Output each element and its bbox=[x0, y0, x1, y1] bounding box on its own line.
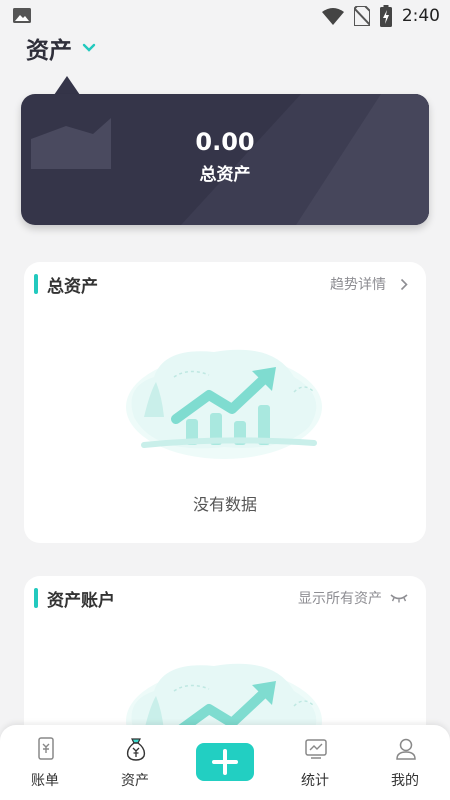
tab-assets[interactable]: 资产 bbox=[90, 725, 180, 800]
chart-icon bbox=[305, 739, 327, 759]
add-record-button[interactable] bbox=[196, 743, 254, 781]
show-all-assets-toggle[interactable]: 显示所有资产 bbox=[298, 588, 408, 608]
image-notification-icon bbox=[13, 8, 31, 23]
total-assets-card: 总资产 趋势详情 没有数据 bbox=[24, 262, 426, 543]
card-title: 总资产 bbox=[34, 274, 98, 297]
bill-icon bbox=[38, 737, 54, 760]
status-bar: 2:40 bbox=[0, 0, 450, 32]
title-accent-bar bbox=[34, 588, 38, 608]
eye-closed-icon bbox=[390, 594, 408, 603]
empty-state-text: 没有数据 bbox=[192, 495, 257, 514]
tab-profile[interactable]: 我的 bbox=[360, 725, 450, 800]
no-sim-icon bbox=[353, 6, 370, 26]
total-assets-title: 总资产 bbox=[47, 276, 98, 297]
asset-book-selector[interactable]: 资产 bbox=[26, 32, 96, 64]
card-pointer bbox=[54, 76, 80, 95]
tab-statistics-label: 统计 bbox=[301, 773, 329, 789]
battery-charging-icon bbox=[379, 5, 392, 27]
plus-icon bbox=[212, 749, 238, 775]
total-assets-amount: 0.00 bbox=[195, 128, 255, 156]
tab-bills[interactable]: 账单 bbox=[0, 725, 90, 800]
trend-details-label: 趋势详情 bbox=[330, 277, 386, 293]
bottom-tab-bar: 账单 资产 统计 我的 bbox=[0, 725, 450, 800]
money-bag-icon bbox=[126, 738, 146, 761]
chevron-right-icon bbox=[400, 278, 408, 290]
asset-accounts-title: 资产账户 bbox=[47, 590, 115, 611]
tab-profile-label: 我的 bbox=[391, 773, 419, 789]
tab-statistics[interactable]: 统计 bbox=[270, 725, 360, 800]
wifi-icon bbox=[321, 7, 344, 25]
title-accent-bar bbox=[34, 274, 38, 294]
empty-data-illustration bbox=[126, 349, 322, 459]
tab-assets-label: 资产 bbox=[121, 773, 149, 789]
chevron-down-icon bbox=[82, 43, 96, 52]
profile-icon bbox=[396, 738, 416, 760]
total-assets-summary-card[interactable]: 0.00 总资产 bbox=[21, 94, 429, 225]
trend-details-link[interactable]: 趋势详情 bbox=[330, 274, 408, 294]
tab-bills-label: 账单 bbox=[31, 773, 59, 789]
page-title: 资产 bbox=[26, 38, 72, 64]
status-time: 2:40 bbox=[401, 6, 440, 26]
total-assets-label: 总资产 bbox=[199, 165, 251, 185]
card-title: 资产账户 bbox=[34, 588, 115, 611]
show-all-assets-label: 显示所有资产 bbox=[298, 591, 382, 607]
